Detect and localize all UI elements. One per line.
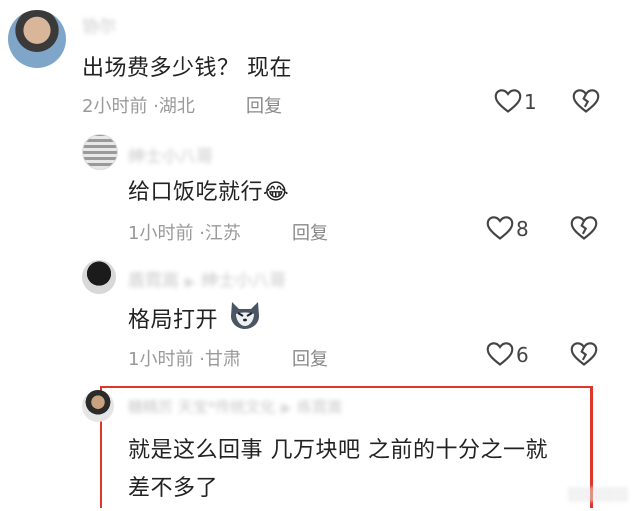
comment-location: 江苏 — [204, 223, 241, 244]
reply-button[interactable]: 回复 — [292, 219, 328, 245]
avatar[interactable] — [8, 10, 66, 68]
heart-outline-icon[interactable] — [486, 341, 514, 367]
like-count: 1 — [524, 90, 537, 114]
comment-time: 1小时前 — [128, 223, 194, 244]
username[interactable]: 糖精厉 天宝*传统文化 ▶ 练霓嵩 — [128, 396, 342, 417]
watermark: ▒▒▒▒▒▒ — [568, 488, 628, 503]
comment-time: 1小时前 — [128, 349, 194, 370]
reply-button[interactable]: 回复 — [292, 345, 328, 371]
comment-text-content: 给口饭吃就行 — [128, 180, 264, 205]
comment-text: 格局打开 — [128, 302, 259, 334]
comment-text-content: 格局打开 — [128, 308, 219, 333]
reply-to-username[interactable]: 绅士小八哥 — [201, 271, 286, 291]
triangle-right-icon: ▶ — [185, 275, 195, 290]
comment-meta: 2小时前 ·湖北 — [82, 92, 195, 118]
comment-location: 甘肃 — [204, 349, 241, 370]
comment-text: 出场费多少钱？ 现在 — [82, 56, 292, 81]
comment-text-line2: 差不多了 — [128, 476, 219, 501]
comment-meta: 1小时前 ·江苏 — [128, 219, 241, 245]
wolf-emoji-icon — [228, 300, 262, 336]
triangle-right-icon: ▶ — [281, 401, 292, 416]
comment-time: 2小时前 — [82, 96, 148, 117]
avatar[interactable] — [82, 390, 114, 422]
comment-location: 湖北 — [158, 96, 195, 117]
laughing-emoji-icon: 😂 — [263, 180, 290, 205]
avatar[interactable] — [82, 260, 116, 294]
username-text: 盾霓嵩 — [128, 271, 179, 291]
broken-heart-icon[interactable] — [570, 341, 598, 367]
like-count: 6 — [516, 343, 529, 367]
heart-outline-icon[interactable] — [494, 88, 522, 114]
username[interactable]: 协尔 — [82, 12, 116, 37]
reply-to-username[interactable]: 练霓嵩 — [297, 398, 342, 416]
username[interactable]: 绅士小八哥 — [128, 142, 213, 167]
username-text: 糖精厉 天宝*传统文化 — [128, 398, 276, 416]
like-count: 8 — [516, 217, 529, 241]
comment-text-line1: 就是这么回事 几万块吧 之前的十分之一就 — [128, 438, 548, 463]
broken-heart-icon[interactable] — [570, 215, 598, 241]
username[interactable]: 盾霓嵩 ▶ 绅士小八哥 — [128, 266, 286, 291]
heart-outline-icon[interactable] — [486, 215, 514, 241]
avatar[interactable] — [82, 134, 118, 170]
broken-heart-icon[interactable] — [572, 88, 600, 114]
comment-meta: 1小时前 ·甘肃 — [128, 345, 241, 371]
reply-button[interactable]: 回复 — [246, 92, 282, 118]
comment-text: 给口饭吃就行😂 — [128, 174, 289, 206]
